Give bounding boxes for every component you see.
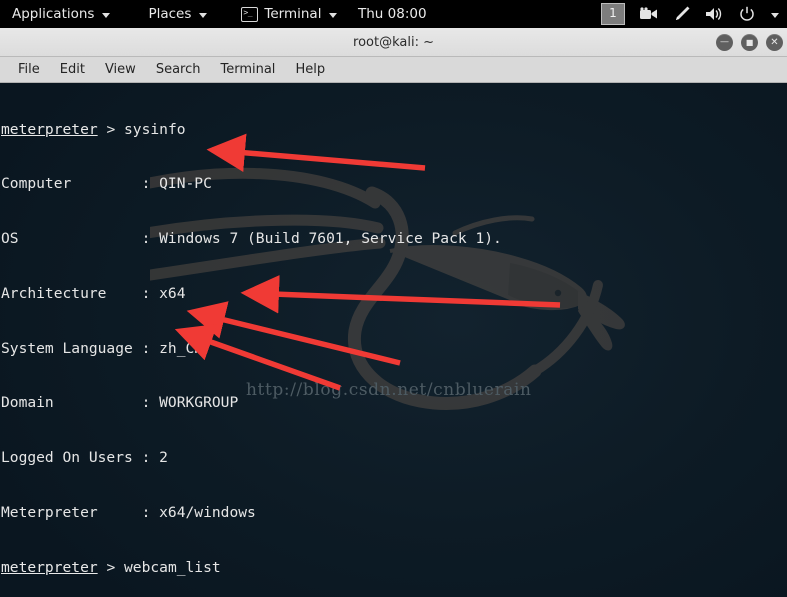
applications-menu[interactable]: Applications [0, 0, 120, 28]
tray-chevron-down-icon[interactable] [769, 0, 779, 28]
menu-item-help[interactable]: Help [285, 60, 335, 79]
sysinfo-row-4: Domain : WORKGROUP [1, 394, 239, 412]
terminal-window: root@kali: ~ File Edit View Search Termi… [0, 28, 787, 597]
sysinfo-row-0: Computer : QIN-PC [1, 175, 212, 193]
terminal-icon [241, 6, 259, 22]
sysinfo-row-1: OS : Windows 7 (Build 7601, Service Pack… [1, 230, 502, 247]
desktop-screen: Applications Places Terminal Thu 08:00 1 [0, 0, 787, 597]
chevron-down-icon [329, 12, 338, 18]
maximize-button[interactable] [741, 33, 758, 51]
command-webcam-list: webcam_list [124, 558, 221, 576]
terminal-menu-label: Terminal [264, 6, 322, 22]
terminal-line-prompt-webcam: meterpreter > webcam_list [1, 559, 616, 577]
gnome-top-panel: Applications Places Terminal Thu 08:00 1 [0, 0, 787, 28]
sysinfo-row-2: Architecture : x64 [1, 284, 186, 302]
minimize-button[interactable] [716, 33, 733, 51]
menu-item-view[interactable]: View [95, 60, 146, 79]
system-tray: 1 [601, 0, 779, 28]
terminal-line-sysinfo-1: OS : Windows 7 (Build 7601, Service Pack… [1, 230, 616, 248]
window-title: root@kali: ~ [353, 34, 434, 50]
places-menu-label: Places [148, 6, 192, 22]
sysinfo-row-6: Meterpreter : x64/windows [1, 503, 256, 521]
pen-icon[interactable] [673, 0, 691, 28]
applications-menu-label: Applications [12, 6, 95, 22]
close-button[interactable] [766, 33, 783, 51]
volume-icon[interactable] [705, 0, 725, 28]
chevron-down-icon [771, 12, 779, 18]
prompt-separator: > [97, 558, 125, 576]
workspace-indicator[interactable]: 1 [601, 3, 625, 25]
prompt-word: meterpreter [1, 120, 98, 138]
places-menu[interactable]: Places [138, 0, 217, 28]
terminal-output: meterpreter > sysinfo Computer : QIN-PC … [0, 83, 616, 597]
chevron-down-icon [102, 12, 111, 18]
menu-bar: File Edit View Search Terminal Help [0, 57, 787, 83]
chevron-down-icon [199, 12, 208, 18]
sysinfo-row-3: System Language : zh_CN [1, 339, 204, 357]
terminal-menu[interactable]: Terminal [231, 0, 347, 28]
menu-item-terminal[interactable]: Terminal [210, 60, 285, 79]
menu-item-edit[interactable]: Edit [50, 60, 95, 79]
window-controls [716, 28, 783, 56]
clock[interactable]: Thu 08:00 [358, 0, 427, 28]
window-titlebar[interactable]: root@kali: ~ [0, 28, 787, 57]
prompt-word: meterpreter [1, 558, 98, 576]
terminal-line-sysinfo-3: System Language : zh_CN [1, 340, 616, 358]
video-camera-icon[interactable] [639, 0, 659, 28]
terminal-canvas[interactable]: meterpreter > sysinfo Computer : QIN-PC … [0, 83, 787, 597]
prompt-separator: > [97, 120, 125, 138]
terminal-line-sysinfo-0: Computer : QIN-PC [1, 175, 616, 193]
power-icon[interactable] [739, 0, 755, 28]
command-sysinfo: sysinfo [124, 120, 186, 138]
terminal-line-prompt-sysinfo: meterpreter > sysinfo [1, 121, 616, 139]
sysinfo-row-5: Logged On Users : 2 [1, 449, 168, 466]
terminal-line-sysinfo-2: Architecture : x64 [1, 285, 616, 303]
terminal-line-sysinfo-5: Logged On Users : 2 [1, 449, 616, 467]
terminal-line-sysinfo-4: Domain : WORKGROUP [1, 394, 616, 412]
menu-item-file[interactable]: File [8, 60, 50, 79]
terminal-line-sysinfo-6: Meterpreter : x64/windows [1, 504, 616, 522]
menu-item-search[interactable]: Search [146, 60, 211, 79]
